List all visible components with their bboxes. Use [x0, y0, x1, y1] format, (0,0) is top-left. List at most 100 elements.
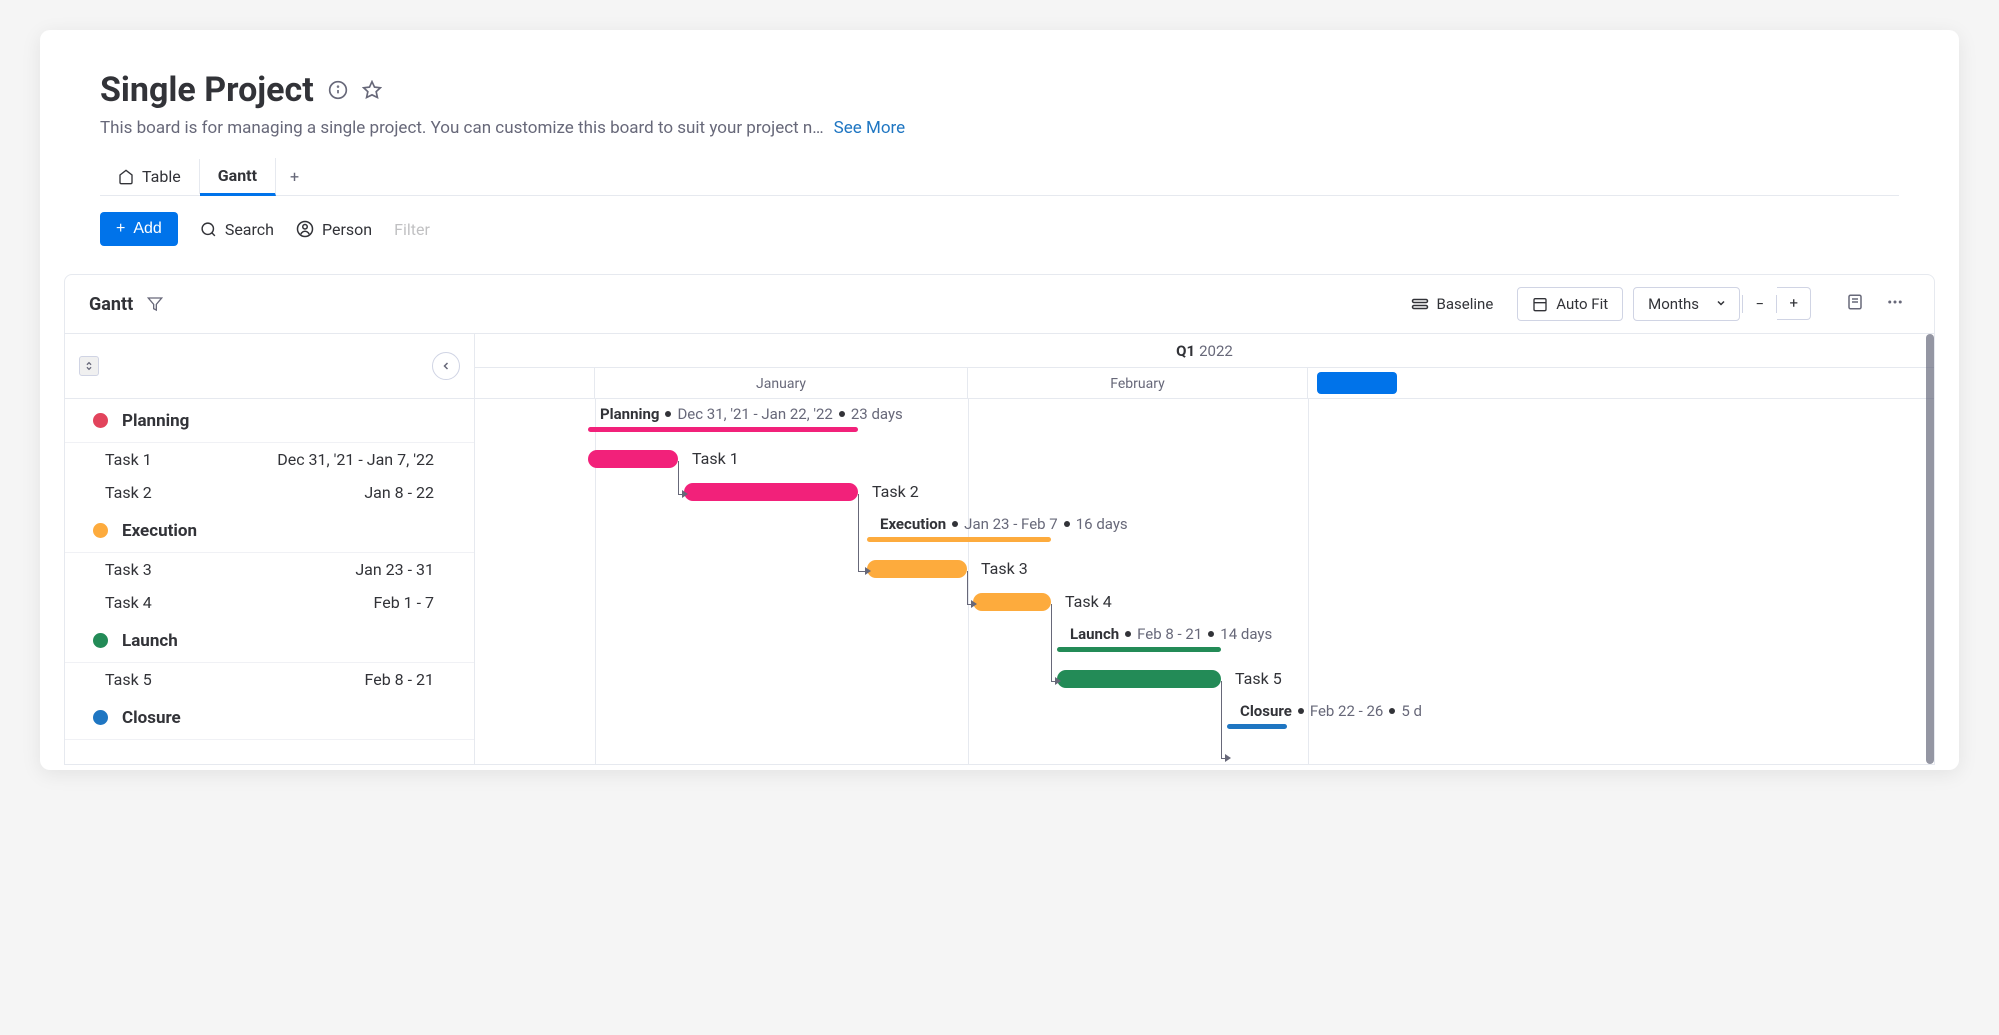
task-name: Task 1: [105, 450, 152, 469]
add-button[interactable]: + Add: [100, 212, 178, 246]
task-bar-row: Task 3: [475, 553, 1934, 586]
dependency-line: [1221, 681, 1222, 758]
gantt-task-list: PlanningTask 1Dec 31, '21 - Jan 7, '22Ta…: [65, 334, 475, 764]
task-name: Task 2: [105, 483, 152, 502]
group-summary-label: ClosureFeb 22 - 265 d: [1240, 702, 1422, 720]
group-header[interactable]: Planning: [65, 399, 474, 443]
group-name: Planning: [122, 411, 189, 431]
group-header[interactable]: Closure: [65, 696, 474, 740]
see-more-link[interactable]: See More: [834, 118, 906, 138]
task-bar[interactable]: [867, 560, 967, 578]
task-bar-label: Task 1: [692, 449, 739, 468]
task-bar-row: Task 2: [475, 476, 1934, 509]
header-row: Single Project: [100, 70, 1899, 110]
calendar-icon: [1532, 296, 1548, 312]
description-row: This board is for managing a single proj…: [100, 118, 1899, 138]
task-dates: Jan 8 - 22: [364, 483, 434, 502]
task-dates: Feb 1 - 7: [374, 593, 434, 612]
task-bar[interactable]: [684, 483, 858, 501]
more-icon[interactable]: [1880, 287, 1910, 321]
tab-gantt[interactable]: Gantt: [200, 158, 276, 196]
task-bar[interactable]: [1057, 670, 1221, 688]
group-summary-bar[interactable]: [588, 427, 858, 432]
group-summary-row: ExecutionJan 23 - Feb 716 days: [475, 509, 1934, 553]
group-summary-label: ExecutionJan 23 - Feb 716 days: [880, 515, 1128, 533]
collapse-sidebar-button[interactable]: [432, 352, 460, 380]
dependency-line: [1051, 604, 1052, 681]
task-row[interactable]: Task 3Jan 23 - 31: [65, 553, 474, 586]
group-summary-row: PlanningDec 31, '21 - Jan 22, '2223 days: [475, 399, 1934, 443]
export-icon[interactable]: [1840, 287, 1870, 321]
task-row[interactable]: Task 2 Jan 8 - 22: [65, 476, 474, 509]
gantt-panel: Gantt Baseline Auto Fit Months: [64, 274, 1935, 765]
task-bar-label: Task 2: [872, 482, 919, 501]
board-container: Single Project This board is for managin…: [40, 30, 1959, 770]
task-dates: Dec 31, '21 - Jan 7, '22: [277, 450, 434, 469]
dependency-line: [678, 461, 679, 494]
dependency-line: [967, 571, 968, 604]
group-color-dot: [93, 710, 108, 725]
search-button[interactable]: Search: [200, 220, 274, 239]
person-button[interactable]: Person: [296, 220, 372, 239]
task-bar-label: Task 5: [1235, 669, 1282, 688]
group-summary-bar[interactable]: [1057, 647, 1221, 652]
scrollbar[interactable]: [1926, 334, 1934, 764]
task-row[interactable]: Task 1 Dec 31, '21 - Jan 7, '22: [65, 443, 474, 476]
board-description: This board is for managing a single proj…: [100, 118, 824, 138]
baseline-icon: [1411, 297, 1429, 311]
group-summary-bar[interactable]: [867, 537, 1051, 542]
search-icon: [200, 221, 217, 238]
group-name: Execution: [122, 521, 197, 541]
dependency-arrow-icon: [971, 600, 977, 608]
filter-button[interactable]: Filter: [394, 220, 430, 239]
task-name: Task 4: [105, 593, 152, 612]
today-indicator: [1317, 372, 1397, 394]
page-title: Single Project: [100, 70, 314, 110]
baseline-button[interactable]: Baseline: [1397, 288, 1508, 320]
task-bar[interactable]: [973, 593, 1051, 611]
auto-fit-button[interactable]: Auto Fit: [1517, 287, 1623, 321]
info-icon[interactable]: [328, 80, 348, 100]
task-bar-row: Task 1: [475, 443, 1934, 476]
group-header[interactable]: Execution: [65, 509, 474, 553]
task-dates: Feb 8 - 21: [365, 670, 434, 689]
timeline-header: Q1 2022 JanuaryFebruary: [475, 334, 1934, 399]
quarter-label: Q1: [1176, 342, 1195, 360]
task-row[interactable]: Task 4 Feb 1 - 7: [65, 586, 474, 619]
chevron-down-icon: [1715, 295, 1727, 313]
tab-table[interactable]: Table: [100, 159, 200, 194]
task-bar-row: Task 4: [475, 586, 1934, 619]
add-view-button[interactable]: +: [276, 159, 313, 194]
home-icon: [118, 169, 134, 185]
task-dates: Jan 23 - 31: [355, 560, 434, 579]
dependency-arrow-icon: [1055, 677, 1061, 685]
toolbar: + Add Search Person Filter: [100, 212, 1899, 246]
task-bar[interactable]: [588, 450, 678, 468]
person-icon: [296, 220, 314, 238]
collapse-all-button[interactable]: [79, 356, 99, 376]
group-color-dot: [93, 413, 108, 428]
plus-icon: +: [116, 220, 125, 238]
group-header[interactable]: Launch: [65, 619, 474, 663]
zoom-out-button[interactable]: −: [1742, 295, 1777, 313]
task-bar-label: Task 4: [1065, 592, 1112, 611]
gantt-panel-title: Gantt: [89, 294, 133, 315]
task-bar-row: Task 5: [475, 663, 1934, 696]
gantt-body: PlanningTask 1Dec 31, '21 - Jan 7, '22Ta…: [65, 334, 1934, 764]
group-color-dot: [93, 523, 108, 538]
scale-select[interactable]: Months − +: [1633, 287, 1740, 321]
gantt-panel-header: Gantt Baseline Auto Fit Months: [65, 275, 1934, 334]
star-icon[interactable]: [362, 80, 382, 100]
gantt-timeline[interactable]: Q1 2022 JanuaryFebruary PlanningDec 31, …: [475, 334, 1934, 764]
dependency-arrow-icon: [1225, 754, 1231, 762]
view-tabs: Table Gantt +: [100, 158, 1899, 196]
group-summary-row: LaunchFeb 8 - 2114 days: [475, 619, 1934, 663]
filter-icon[interactable]: [147, 296, 163, 312]
dependency-line: [858, 494, 859, 571]
month-cell: February: [968, 368, 1308, 399]
task-row[interactable]: Task 5 Feb 8 - 21: [65, 663, 474, 696]
zoom-in-button[interactable]: +: [1777, 287, 1811, 320]
group-summary-bar[interactable]: [1227, 724, 1287, 729]
group-summary-label: PlanningDec 31, '21 - Jan 22, '2223 days: [600, 405, 903, 423]
task-name: Task 5: [105, 670, 152, 689]
